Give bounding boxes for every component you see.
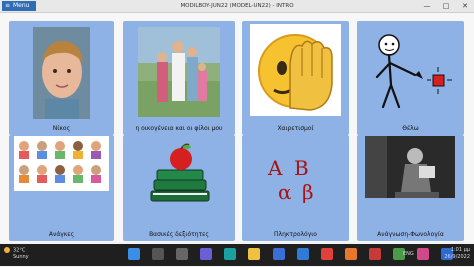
tile-nikos[interactable]: Νίκος (9, 21, 114, 135)
clock[interactable]: 1:01 μμ 26/9/2022 (444, 247, 470, 261)
tile-needs[interactable]: Ανάγκες (9, 135, 114, 241)
weather-temp: 32°C (13, 247, 26, 254)
clock-date: 26/9/2022 (444, 254, 470, 260)
weather-widget[interactable]: 32°C Sunny (4, 247, 29, 260)
needs-people-icon (14, 136, 109, 191)
books-apple-icon (149, 143, 211, 205)
tile-keyboard[interactable]: A B α β Πληκτρολόγιο (242, 135, 349, 241)
tile-family[interactable]: η οικογένεια και οι φίλοι μου (123, 21, 235, 135)
window-title: MODILBOY-JUN22 (MODEL-UN22) - INTRO (180, 3, 294, 9)
firefox-icon[interactable] (344, 248, 357, 260)
close-button[interactable]: ✕ (456, 0, 474, 12)
tile-greetings[interactable]: Χαιρετισμοί (242, 21, 349, 135)
minimize-button[interactable]: — (418, 0, 436, 12)
svg-text:α: α (278, 180, 292, 203)
tile-reading[interactable]: Ανάγνωση-Φωνολογία (357, 135, 464, 241)
greek-letters-icon: A B α β (264, 153, 328, 203)
boy-portrait-photo (33, 27, 90, 119)
tile-label: Πληκτρολόγιο (274, 231, 317, 238)
reading-photo (365, 136, 455, 198)
weather-text: Sunny (13, 253, 29, 260)
app-icon[interactable] (368, 248, 381, 260)
tile-label: Νίκος (52, 125, 71, 132)
edge-icon[interactable] (224, 248, 237, 260)
search-icon[interactable] (152, 248, 165, 260)
mail-icon[interactable] (296, 248, 309, 260)
tile-label: Χαιρετισμοί (277, 125, 314, 132)
svg-text:B: B (294, 156, 309, 180)
chrome-icon[interactable] (320, 248, 333, 260)
tile-label: Ανάγκες (48, 231, 75, 238)
tile-grid: Νίκος η οικογένεια και οι φίλοι μου Χαιρ… (0, 13, 474, 242)
stick-figure-want-icon (363, 27, 458, 117)
store-icon[interactable] (272, 248, 285, 260)
taskbar: 32°C Sunny ENG 1:01 μμ 26/9/2022 (0, 244, 474, 266)
app-icon[interactable] (417, 248, 430, 260)
maximize-button[interactable]: □ (437, 0, 455, 12)
chat-icon[interactable] (200, 248, 213, 260)
start-icon[interactable] (128, 248, 140, 260)
file-explorer-icon[interactable] (248, 248, 261, 260)
clock-time: 1:01 μμ (450, 247, 470, 253)
window-title-bar: ≡ Menu MODILBOY-JUN22 (MODEL-UN22) - INTR… (0, 0, 474, 13)
family-photo (138, 27, 220, 117)
tile-basic-skills[interactable]: Βασικές δεξιότητες (123, 135, 235, 241)
svg-text:A: A (267, 156, 283, 180)
task-view-icon[interactable] (176, 248, 189, 260)
tile-label: η οικογένεια και οι φίλοι μου (135, 125, 223, 132)
tile-label: Βασικές δεξιότητες (149, 231, 209, 238)
language-indicator[interactable]: ENG (403, 251, 414, 257)
tile-label: Θέλω (402, 125, 419, 132)
tile-label: Ανάγνωση-Φωνολογία (377, 231, 444, 238)
svg-text:β: β (302, 180, 314, 203)
sun-icon (4, 247, 10, 253)
waving-emoji-icon (250, 24, 341, 116)
tile-want[interactable]: Θέλω (357, 21, 464, 135)
